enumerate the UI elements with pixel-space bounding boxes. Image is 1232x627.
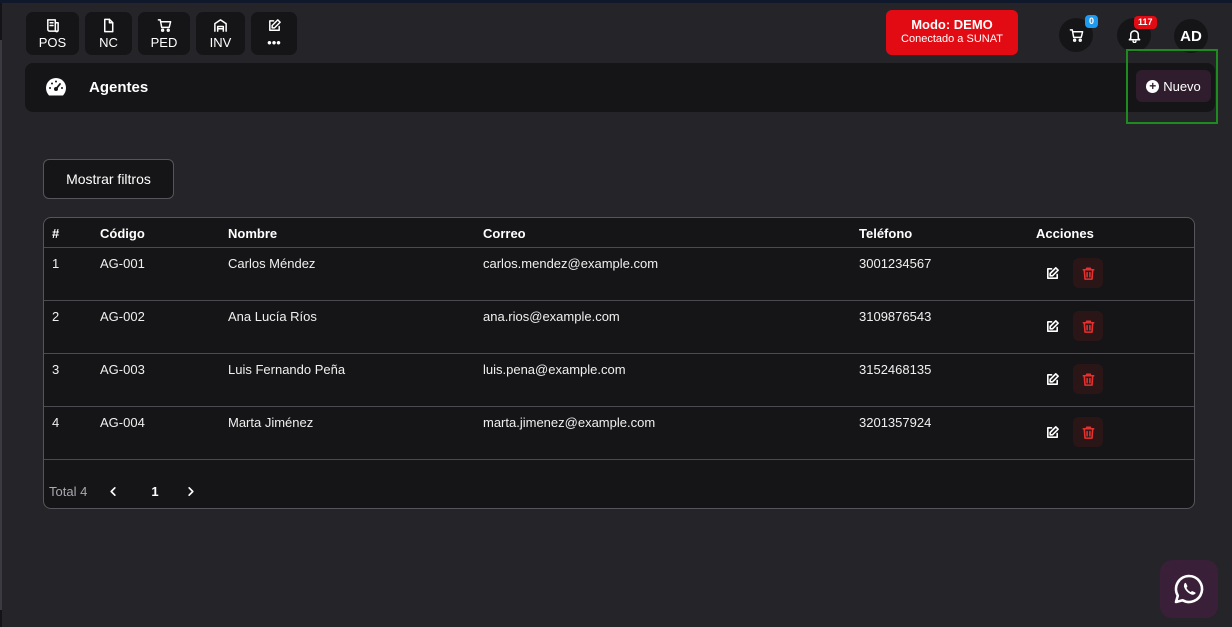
cell-name: Ana Lucía Ríos (228, 309, 317, 324)
cell-number: 2 (52, 309, 60, 324)
cart-icon (1069, 28, 1083, 42)
page-title: Agentes (89, 79, 149, 96)
show-filters-button[interactable]: Mostrar filtros (43, 159, 174, 199)
user-avatar[interactable]: AD (1174, 19, 1208, 53)
sidebar-edge-line (0, 40, 2, 610)
dashboard-icon (46, 78, 66, 96)
cell-code: AG-003 (100, 362, 145, 377)
column-header-email[interactable]: Correo (483, 226, 526, 241)
mode-text: Modo: DEMO (911, 17, 993, 32)
toolbar-more-button[interactable]: ••• (251, 12, 297, 55)
trash-icon (1082, 320, 1094, 333)
whatsapp-button[interactable] (1160, 560, 1218, 618)
trash-icon (1082, 426, 1094, 439)
cell-phone: 3109876543 (859, 309, 932, 324)
warehouse-icon (214, 18, 227, 32)
column-header-phone[interactable]: Teléfono (859, 226, 912, 241)
page-header: Agentes (25, 63, 1215, 112)
next-page-button[interactable] (179, 480, 201, 502)
cell-number: 4 (52, 415, 60, 430)
cell-name: Carlos Méndez (228, 256, 316, 271)
edit-button[interactable] (1037, 258, 1067, 288)
cart-count-badge: 0 (1085, 15, 1099, 28)
app-root: POS NC PED INV ••• Modo: DEMO Conectado … (0, 0, 1232, 627)
cell-code: AG-004 (100, 415, 145, 430)
toolbar-label: POS (38, 34, 67, 50)
cell-code: AG-002 (100, 309, 145, 324)
cell-email: marta.jimenez@example.com (483, 415, 656, 430)
column-header-number[interactable]: # (52, 226, 59, 241)
delete-button[interactable] (1073, 258, 1103, 288)
row-divider (44, 459, 1194, 460)
demo-mode-badge[interactable]: Modo: DEMO Conectado a SUNAT (886, 10, 1018, 55)
toolbar-label: INV (209, 34, 232, 50)
cart-icon (157, 18, 171, 32)
page-number-current[interactable]: 1 (144, 480, 166, 502)
delete-button[interactable] (1073, 311, 1103, 341)
chevron-left-icon (109, 486, 116, 496)
edit-icon (1046, 266, 1059, 279)
edit-icon (1046, 319, 1059, 332)
toolbar-pos-button[interactable]: POS (26, 12, 79, 55)
chevron-right-icon (187, 486, 194, 496)
cell-email: luis.pena@example.com (483, 362, 626, 377)
cell-email: carlos.mendez@example.com (483, 256, 659, 271)
edit-icon (1046, 372, 1059, 385)
cell-phone: 3001234567 (859, 256, 932, 271)
toolbar-label: PED (150, 34, 178, 50)
toolbar-inv-button[interactable]: INV (196, 12, 245, 55)
cell-number: 3 (52, 362, 60, 377)
delete-button[interactable] (1073, 364, 1103, 394)
bell-icon (1128, 29, 1140, 43)
toolbar-label: ••• (267, 34, 281, 50)
trash-icon (1082, 373, 1094, 386)
toolbar-ped-button[interactable]: PED (138, 12, 190, 55)
cell-phone: 3152468135 (859, 362, 932, 377)
edit-icon (1046, 425, 1059, 438)
toolbar-nc-button[interactable]: NC (85, 12, 132, 55)
notifications-count-badge: 117 (1134, 16, 1157, 29)
delete-button[interactable] (1073, 417, 1103, 447)
cell-number: 1 (52, 256, 60, 271)
column-header-name[interactable]: Nombre (228, 226, 277, 241)
edit-button[interactable] (1037, 364, 1067, 394)
total-count: Total 4 (49, 484, 88, 499)
cell-phone: 3201357924 (859, 415, 932, 430)
row-divider (44, 406, 1194, 407)
header-divider (44, 247, 1194, 248)
cell-name: Luis Fernando Peña (228, 362, 346, 377)
cell-email: ana.rios@example.com (483, 309, 620, 324)
top-border (0, 0, 1232, 3)
agents-table: # Código Nombre Correo Teléfono Acciones… (43, 217, 1195, 509)
receipt-icon (47, 18, 59, 32)
document-icon (104, 18, 114, 32)
connection-text: Conectado a SUNAT (901, 33, 1003, 45)
row-divider (44, 353, 1194, 354)
edit-icon (268, 18, 281, 31)
cell-name: Marta Jiménez (228, 415, 314, 430)
column-header-actions: Acciones (1036, 226, 1094, 241)
trash-icon (1082, 267, 1094, 280)
edit-button[interactable] (1037, 417, 1067, 447)
column-header-code[interactable]: Código (100, 226, 145, 241)
focus-highlight (1126, 49, 1218, 124)
prev-page-button[interactable] (102, 480, 124, 502)
whatsapp-icon (1174, 574, 1204, 604)
edit-button[interactable] (1037, 311, 1067, 341)
toolbar-label: NC (99, 34, 118, 50)
row-divider (44, 300, 1194, 301)
cell-code: AG-001 (100, 256, 145, 271)
